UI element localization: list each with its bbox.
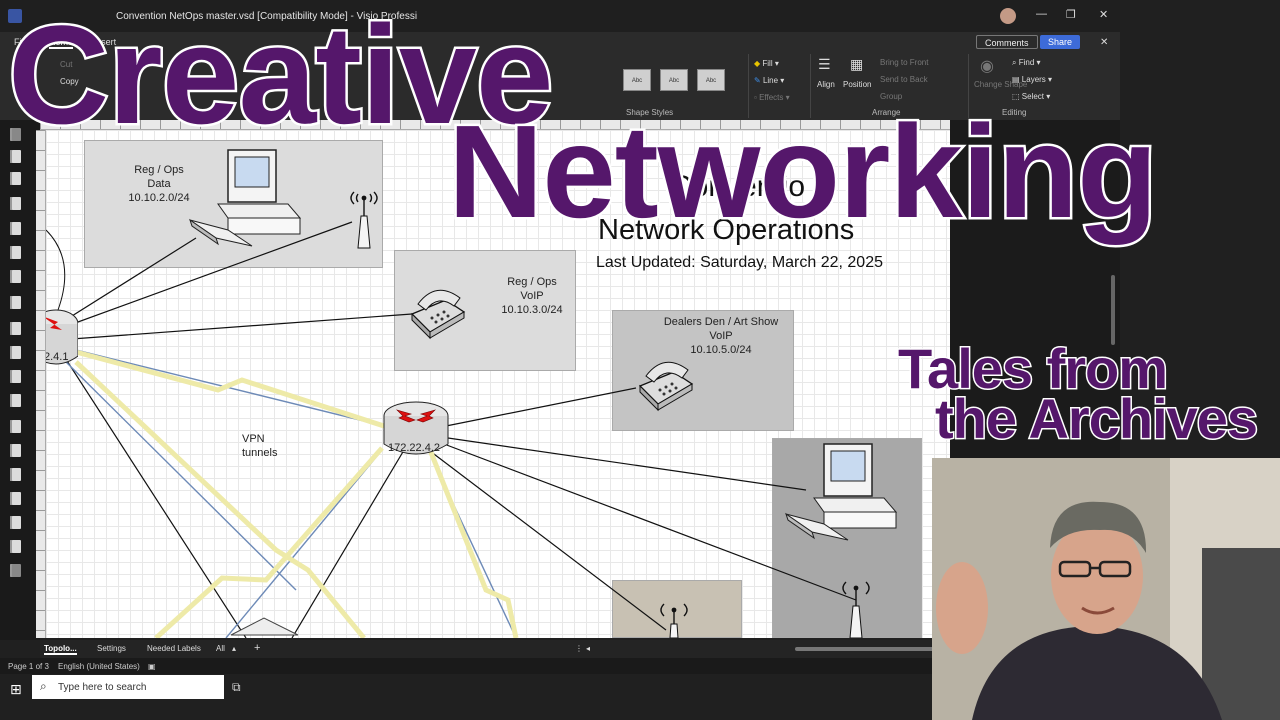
layers-icon: ▤ xyxy=(1012,75,1020,84)
router-center-label: 172.22.4.2 xyxy=(388,442,440,454)
tab-settings[interactable]: Settings xyxy=(97,644,126,653)
shape-style-2[interactable]: Abc xyxy=(660,69,688,91)
tab-topology[interactable]: Topolo... xyxy=(44,644,77,655)
last-updated-text: Last Updated: Saturday, March 22, 2025 xyxy=(596,254,883,271)
stencil-panel xyxy=(0,120,40,640)
tab-needed-labels[interactable]: Needed Labels xyxy=(147,644,201,653)
link-line[interactable] xyxy=(425,447,667,631)
wireless-ap-icon[interactable] xyxy=(836,570,876,638)
presenter-video xyxy=(932,458,1280,720)
bring-to-front-button[interactable]: Bring to Front xyxy=(880,58,928,67)
position-icon: ▦ xyxy=(850,56,864,72)
voip-phone-icon[interactable] xyxy=(634,352,696,412)
share-button[interactable]: Share xyxy=(1040,35,1081,49)
layers-label: Layers xyxy=(1021,75,1046,84)
stencil-shape-icon[interactable] xyxy=(10,197,21,210)
stencil-shape-icon[interactable] xyxy=(10,516,21,529)
share-label: Share xyxy=(1048,37,1073,47)
stencil-shape-icon[interactable] xyxy=(10,444,21,457)
stencil-shape-icon[interactable] xyxy=(10,172,21,185)
shape-style-1[interactable]: Abc xyxy=(623,69,651,91)
line-button[interactable]: ✎ Line ▾ xyxy=(754,76,784,85)
align-icon: ☰ xyxy=(818,56,831,72)
vpn-tunnels-label: VPN tunnels xyxy=(242,433,278,459)
account-avatar[interactable] xyxy=(1000,8,1016,24)
fill-bucket-icon: ◆ xyxy=(754,59,761,68)
horizontal-scrollbar[interactable] xyxy=(795,647,935,651)
computer-icon[interactable] xyxy=(784,442,904,552)
find-button[interactable]: ⌕ Find ▾ xyxy=(1012,58,1041,68)
stencil-shape-icon[interactable] xyxy=(10,492,21,505)
router-left-label: 2.4.1 xyxy=(46,351,69,363)
boundary-arc xyxy=(46,229,66,311)
wireless-ap-icon[interactable] xyxy=(344,180,384,250)
vertical-ruler xyxy=(36,130,46,638)
comments-button[interactable]: Comments xyxy=(976,35,1038,49)
zone-label-dealers-den: Dealers Den / Art Show VoIP 10.10.5.0/24 xyxy=(663,316,779,356)
link-line[interactable] xyxy=(57,313,413,341)
fill-label: Fill xyxy=(762,59,773,68)
zone-label-reg-ops-data: Reg / Ops Data 10.10.2.0/24 xyxy=(128,164,190,204)
vertical-scrollbar[interactable] xyxy=(1111,275,1115,345)
task-view-icon[interactable]: ⧉ xyxy=(232,680,241,695)
vpn-link[interactable] xyxy=(59,355,297,591)
link-line[interactable] xyxy=(445,387,637,427)
tab-all[interactable]: All xyxy=(216,644,225,653)
minimize-button[interactable]: — xyxy=(1036,8,1047,20)
overlay-subtitle-line2: the Archives xyxy=(933,386,1259,452)
change-shape-icon: ◉ xyxy=(980,58,994,75)
wireless-ap-icon[interactable] xyxy=(654,598,694,638)
voip-phone-icon[interactable] xyxy=(406,280,468,340)
stencil-shape-icon[interactable] xyxy=(10,346,21,359)
search-placeholder: Type here to search xyxy=(58,682,147,693)
stencil-shape-icon[interactable] xyxy=(10,222,21,235)
stencil-shape-icon[interactable] xyxy=(10,270,21,283)
scroll-left-icon[interactable]: ◂ xyxy=(586,644,590,653)
fill-button[interactable]: ◆ Fill ▾ xyxy=(754,59,779,68)
position-button[interactable]: Position xyxy=(843,80,871,89)
zone-label-reg-ops-voip: Reg / Ops VoIP 10.10.3.0/24 xyxy=(501,276,563,316)
language-indicator[interactable]: English (United States) xyxy=(58,662,140,671)
stencil-shape-icon[interactable] xyxy=(10,394,21,407)
status-bar: Page 1 of 3 English (United States) ▣ xyxy=(0,658,950,674)
overlay-title-networking: Networking xyxy=(446,96,1161,248)
stencil-shape-icon[interactable] xyxy=(10,420,21,433)
link-line[interactable] xyxy=(447,437,807,491)
stencil-shape-icon[interactable] xyxy=(10,540,21,553)
taskbar-search[interactable]: ⌕ Type here to search xyxy=(32,675,224,699)
page-indicator[interactable]: Page 1 of 3 xyxy=(8,662,49,671)
add-page-button[interactable]: + xyxy=(254,642,260,654)
line-label: Line xyxy=(762,76,779,85)
send-to-back-button[interactable]: Send to Back xyxy=(880,75,928,84)
tab-all-chevron-icon[interactable]: ▴ xyxy=(232,644,236,653)
windows-start-icon[interactable]: ⊞ xyxy=(10,681,22,698)
search-icon: ⌕ xyxy=(40,679,47,693)
stencil-more-icon[interactable] xyxy=(10,564,21,577)
stencil-shape-icon[interactable] xyxy=(10,322,21,335)
close-pane-button[interactable]: ✕ xyxy=(1100,37,1108,48)
stage: Convention NetOps master.vsd [Compatibil… xyxy=(0,0,1280,720)
stencil-shape-icon[interactable] xyxy=(10,296,21,309)
webcam-overlay xyxy=(932,458,1280,720)
tabs-more-icon[interactable]: ⋮ xyxy=(575,644,583,653)
close-button[interactable]: ✕ xyxy=(1099,8,1108,21)
line-pen-icon: ✎ xyxy=(754,76,761,85)
stencil-shape-icon[interactable] xyxy=(10,370,21,383)
comments-label: Comments xyxy=(985,38,1029,48)
maximize-button[interactable]: ❐ xyxy=(1066,8,1076,21)
shape-style-3[interactable]: Abc xyxy=(697,69,725,91)
find-label: Find xyxy=(1018,58,1035,67)
accessibility-icon[interactable]: ▣ xyxy=(148,662,156,671)
stencil-shape-icon[interactable] xyxy=(10,468,21,481)
stencil-shape-icon[interactable] xyxy=(10,246,21,259)
layers-button[interactable]: ▤ Layers ▾ xyxy=(1012,75,1052,84)
find-icon: ⌕ xyxy=(1012,58,1017,67)
router-icon[interactable] xyxy=(381,398,451,464)
align-button[interactable]: Align xyxy=(817,80,835,89)
